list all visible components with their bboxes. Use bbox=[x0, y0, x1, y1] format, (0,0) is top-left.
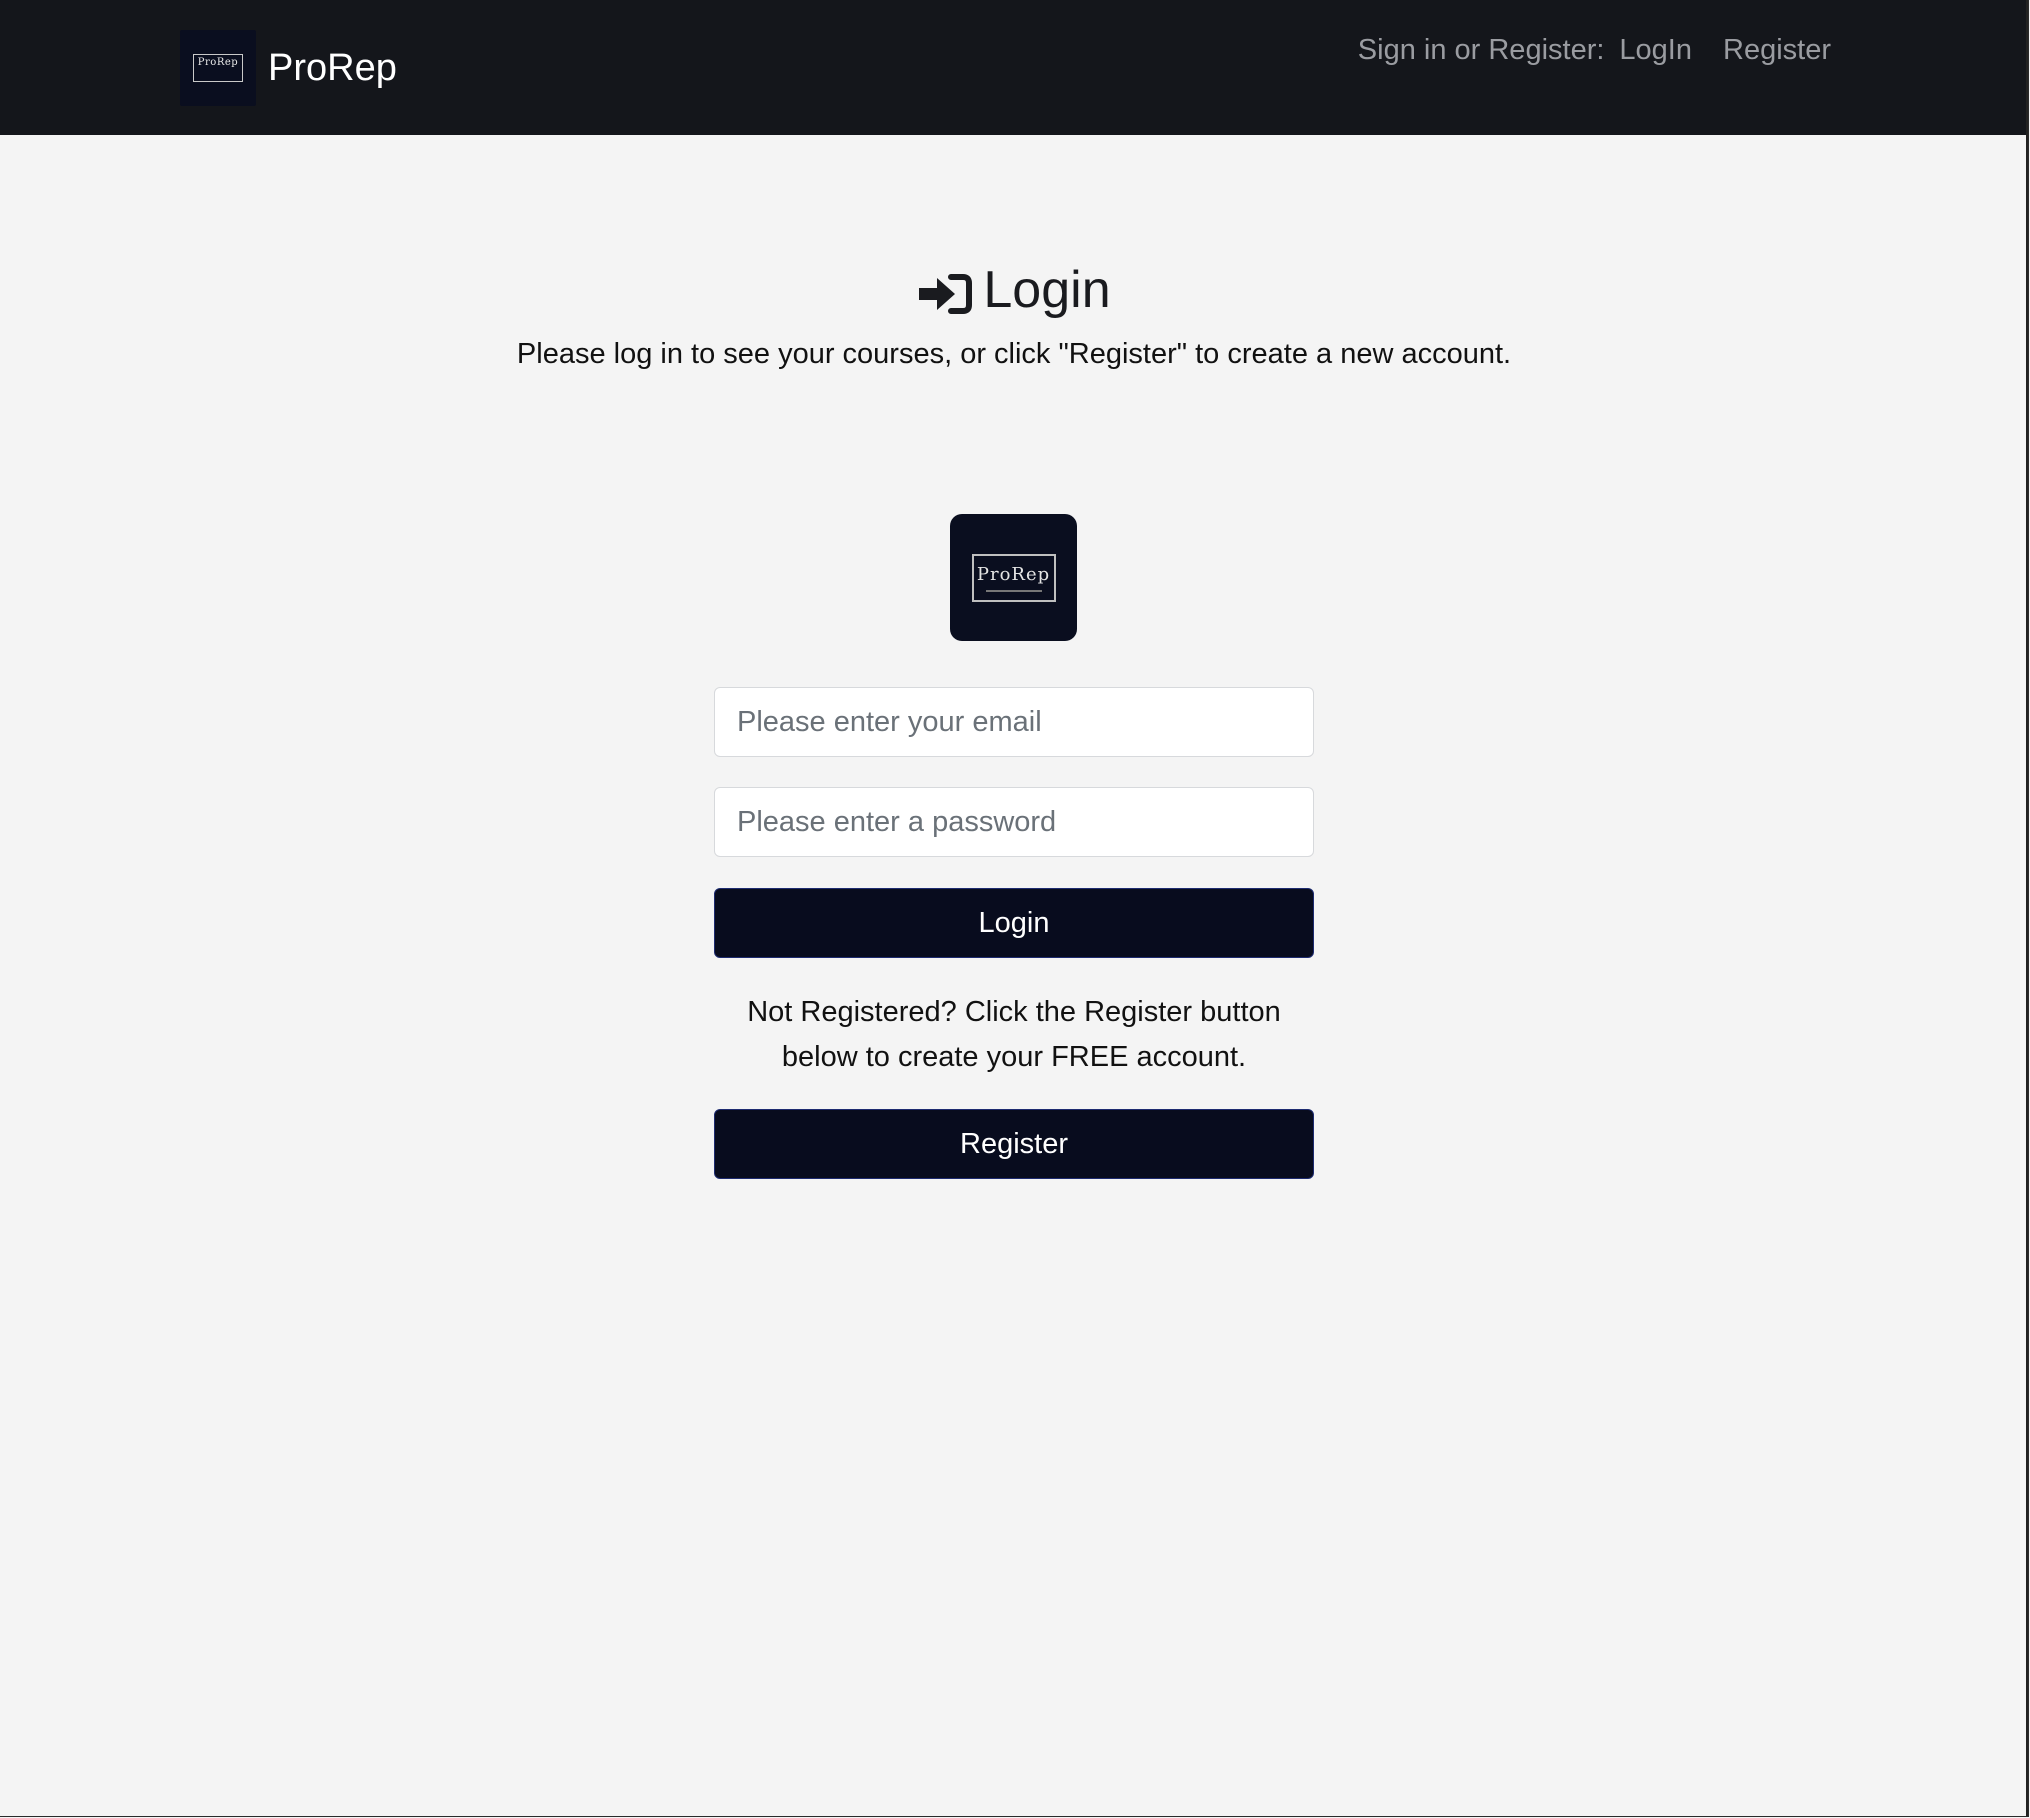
nav-register-link[interactable]: Register bbox=[1723, 34, 1831, 67]
brand-name: ProRep bbox=[268, 47, 397, 89]
page: ProRep ProRep Sign in or Register: LogIn… bbox=[0, 0, 2029, 1817]
login-button[interactable]: Login bbox=[714, 888, 1314, 958]
prorep-logo-underline bbox=[985, 589, 1042, 592]
page-title-text: Login bbox=[983, 261, 1111, 319]
sign-in-arrow-icon bbox=[919, 274, 973, 314]
top-navbar: ProRep ProRep Sign in or Register: LogIn… bbox=[0, 0, 2028, 135]
prorep-logo-text: ProRep bbox=[976, 563, 1051, 585]
page-subtitle: Please log in to see your courses, or cl… bbox=[516, 338, 1512, 370]
brand-link[interactable]: ProRep ProRep bbox=[180, 30, 397, 106]
brand-logo: ProRep bbox=[180, 30, 256, 106]
nav-login-link[interactable]: LogIn bbox=[1619, 34, 1692, 67]
password-field[interactable] bbox=[714, 787, 1314, 857]
prorep-logo-frame: ProRep bbox=[971, 553, 1056, 602]
window-edge bbox=[2026, 0, 2028, 1816]
email-field[interactable] bbox=[714, 687, 1314, 757]
nav-auth-links: Sign in or Register: LogIn Register bbox=[1358, 34, 1831, 67]
register-button[interactable]: Register bbox=[714, 1109, 1314, 1179]
nav-prefix-label: Sign in or Register: bbox=[1357, 34, 1605, 66]
register-helper-text: Not Registered? Click the Register butto… bbox=[747, 996, 1281, 1073]
brand-logo-text: ProRep bbox=[193, 54, 243, 82]
prorep-logo: ProRep bbox=[950, 514, 1077, 641]
page-title: Login bbox=[0, 250, 2028, 330]
